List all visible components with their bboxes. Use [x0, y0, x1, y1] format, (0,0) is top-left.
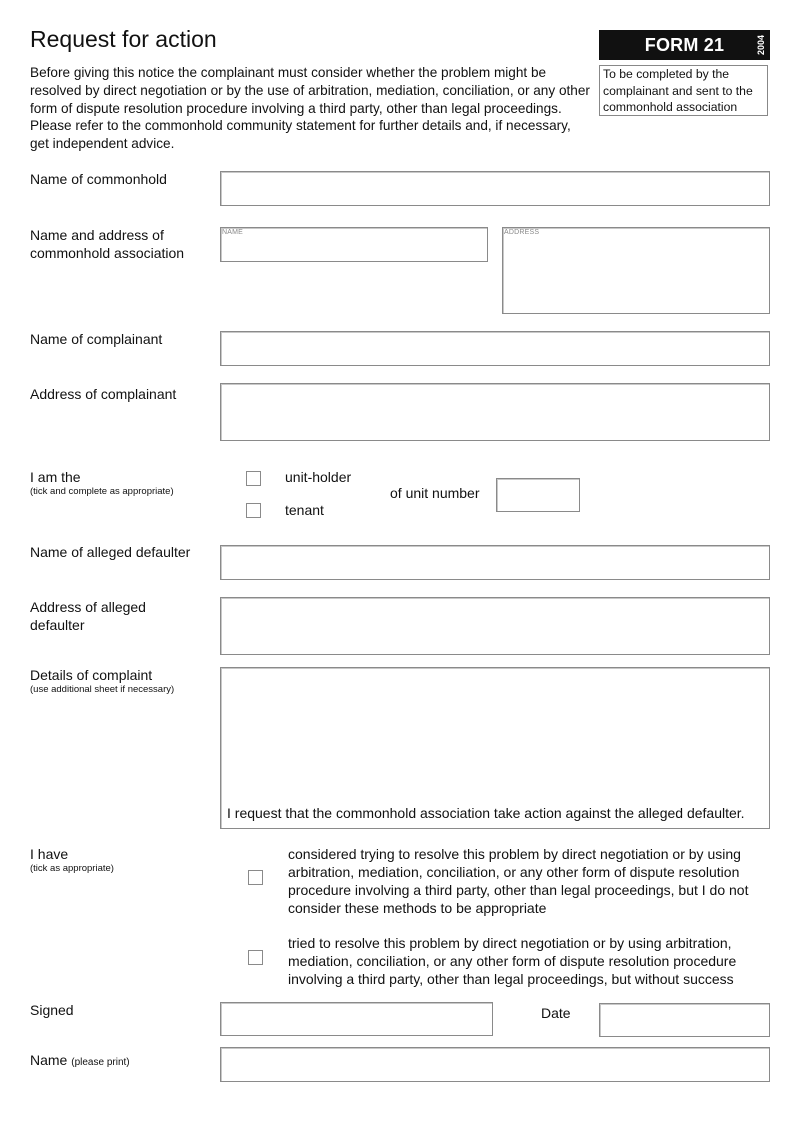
role-label: I am the (tick and complete as appropria…	[30, 468, 174, 498]
tenant-checkbox[interactable]	[246, 503, 261, 518]
role-label-text: I am the	[30, 469, 81, 485]
complainant-address-field[interactable]	[220, 383, 770, 441]
signature-field[interactable]	[220, 1002, 493, 1036]
defaulter-address-label: Address of alleged defaulter	[30, 599, 146, 633]
unit-holder-checkbox[interactable]	[246, 471, 261, 486]
association-address-placeholder: ADDRESS	[504, 229, 540, 236]
complaint-hint: (use additional sheet if necessary)	[30, 684, 175, 695]
considered-option-text: considered trying to resolve this proble…	[288, 846, 749, 916]
association-name-placeholder: NAME	[222, 229, 244, 236]
commonhold-name-field[interactable]	[220, 171, 770, 206]
attempts-label-text: I have	[30, 846, 69, 862]
form-year: 2004	[755, 34, 766, 56]
completion-note: To be completed by the complainant and s…	[599, 65, 768, 116]
form-number: FORM 21	[644, 35, 725, 55]
complaint-label-text: Details of complaint	[30, 667, 153, 683]
complaint-statement: I request that the commonhold associatio…	[227, 805, 745, 821]
commonhold-name-label: Name of commonhold	[30, 171, 167, 187]
intro-text: Before giving this notice the complainan…	[30, 65, 590, 152]
complainant-name-label: Name of complainant	[30, 331, 163, 347]
attempts-label: I have (tick as appropriate)	[30, 845, 114, 875]
complainant-name-field[interactable]	[220, 331, 770, 366]
considered-checkbox[interactable]	[248, 870, 263, 885]
print-name-label-text: Name	[30, 1052, 68, 1068]
print-name-hint: (please print)	[71, 1057, 130, 1068]
form-number-badge: FORM 21 2004	[599, 30, 770, 60]
print-name-label: Name (please print)	[30, 1051, 130, 1072]
complaint-details-field[interactable]: I request that the commonhold associatio…	[220, 667, 770, 829]
defaulter-name-label: Name of alleged defaulter	[30, 544, 191, 560]
complainant-address-label: Address of complainant	[30, 386, 177, 402]
association-label: Name and address of commonhold associati…	[30, 227, 185, 261]
tried-checkbox[interactable]	[248, 950, 263, 965]
association-address-field[interactable]: ADDRESS	[502, 227, 770, 314]
defaulter-name-field[interactable]	[220, 545, 770, 580]
page-title: Request for action	[30, 26, 217, 52]
association-name-field[interactable]: NAME	[220, 227, 488, 262]
attempts-hint: (tick as appropriate)	[30, 863, 114, 874]
defaulter-address-field[interactable]	[220, 597, 770, 655]
tenant-option-label: tenant	[285, 502, 324, 518]
date-field[interactable]	[599, 1003, 770, 1037]
date-label: Date	[541, 1005, 571, 1021]
unit-number-label: of unit number	[390, 485, 480, 501]
print-name-field[interactable]	[220, 1047, 770, 1082]
signed-label: Signed	[30, 1002, 74, 1018]
complaint-label: Details of complaint (use additional she…	[30, 666, 174, 696]
tried-option-text: tried to resolve this problem by direct …	[288, 935, 737, 987]
role-hint: (tick and complete as appropriate)	[30, 486, 174, 497]
unit-holder-option-label: unit-holder	[285, 469, 352, 485]
unit-number-field[interactable]	[496, 478, 580, 512]
